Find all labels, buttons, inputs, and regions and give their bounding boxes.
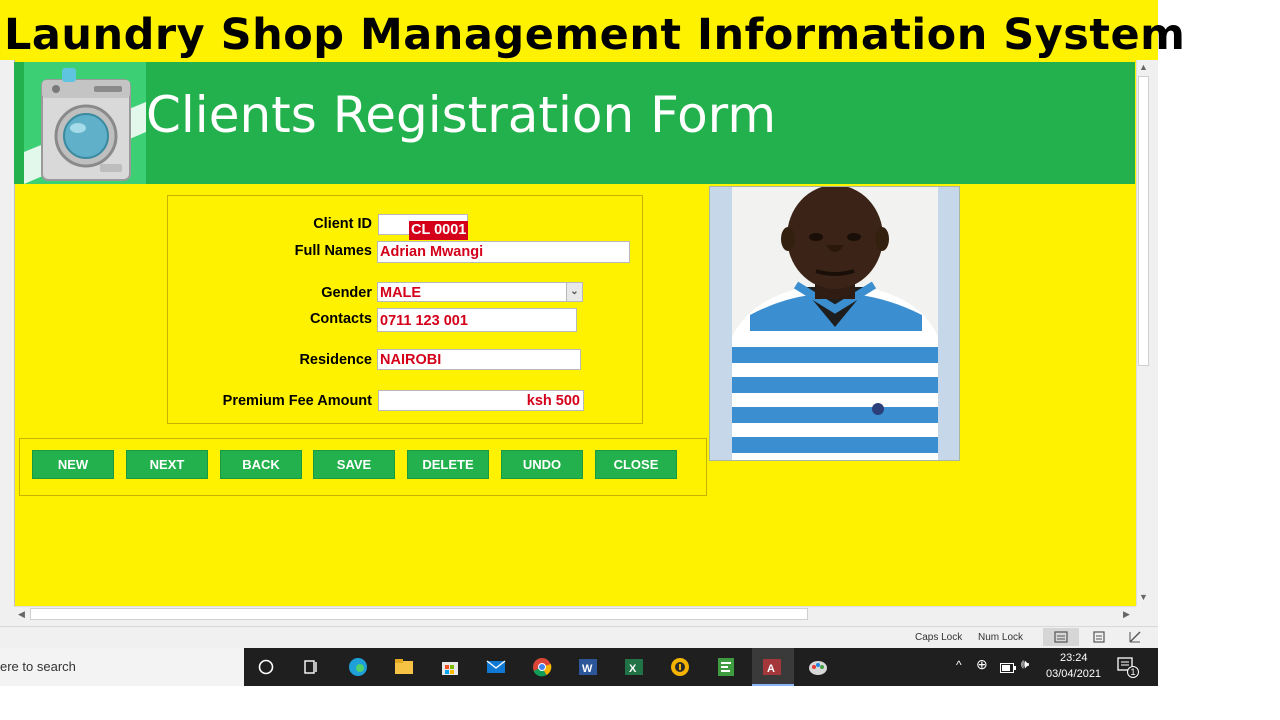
- notification-count: 1: [1127, 666, 1139, 678]
- word-icon[interactable]: W: [576, 655, 600, 679]
- clock-time[interactable]: 23:24: [1060, 652, 1088, 664]
- tray-chevron-up-icon[interactable]: ^: [956, 658, 962, 672]
- design-view-icon[interactable]: [1128, 630, 1142, 644]
- gender-value: MALE: [380, 285, 422, 301]
- client-id-value: CL 0001: [409, 221, 469, 240]
- scroll-right-icon[interactable]: ▶: [1123, 609, 1130, 620]
- search-placeholder: ere to search: [0, 659, 76, 674]
- next-button[interactable]: NEXT: [126, 450, 208, 479]
- client-photo: [709, 186, 960, 461]
- save-button[interactable]: SAVE: [313, 450, 395, 479]
- banner-title: Laundry Shop Management Information Syst…: [4, 10, 1186, 60]
- gender-label: Gender: [321, 285, 372, 301]
- vertical-scroll-thumb[interactable]: [1138, 76, 1149, 366]
- file-explorer-icon[interactable]: [392, 655, 416, 679]
- back-button[interactable]: BACK: [220, 450, 302, 479]
- full-names-label: Full Names: [294, 243, 372, 259]
- cortana-icon[interactable]: [254, 655, 278, 679]
- svg-text:X: X: [629, 663, 637, 675]
- close-button[interactable]: CLOSE: [595, 450, 677, 479]
- store-icon[interactable]: [438, 655, 462, 679]
- vpn-icon[interactable]: [668, 655, 692, 679]
- washing-machine-logo: [24, 62, 146, 184]
- client-id-field[interactable]: CL 0001: [378, 214, 469, 240]
- undo-button[interactable]: UNDO: [501, 450, 583, 479]
- washing-machine-icon: [24, 68, 146, 184]
- edge-icon[interactable]: [346, 655, 370, 679]
- form-title: Clients Registration Form: [146, 86, 777, 144]
- project-icon[interactable]: [714, 655, 738, 679]
- residence-label: Residence: [299, 352, 372, 368]
- scroll-left-icon[interactable]: ◀: [18, 609, 25, 620]
- paint-icon[interactable]: [806, 655, 830, 679]
- client-id-label: Client ID: [313, 216, 372, 232]
- layout-view-icon[interactable]: [1092, 630, 1106, 644]
- svg-text:W: W: [582, 663, 593, 675]
- scroll-down-icon[interactable]: ▼: [1139, 592, 1148, 602]
- network-icon[interactable]: ⊕: [976, 656, 988, 673]
- horizontal-scroll-thumb[interactable]: [30, 608, 808, 620]
- form-view-icon[interactable]: [1043, 628, 1079, 646]
- chrome-icon[interactable]: [530, 655, 554, 679]
- new-button[interactable]: NEW: [32, 450, 114, 479]
- num-lock-indicator: Num Lock: [978, 632, 1024, 643]
- contacts-field[interactable]: 0711 123 001: [377, 308, 577, 332]
- scroll-up-icon[interactable]: ▲: [1139, 62, 1148, 72]
- task-view-icon[interactable]: [299, 655, 323, 679]
- contacts-label: Contacts: [309, 311, 372, 327]
- access-icon[interactable]: A: [760, 655, 784, 679]
- delete-button[interactable]: DELETE: [407, 450, 489, 479]
- caps-lock-indicator: Caps Lock: [915, 632, 963, 643]
- excel-icon[interactable]: X: [622, 655, 646, 679]
- volume-icon[interactable]: 🕪: [1021, 656, 1029, 672]
- client-photo-image: [710, 187, 959, 460]
- chevron-down-icon[interactable]: ⌄: [566, 283, 582, 301]
- full-names-field[interactable]: Adrian Mwangi: [377, 241, 630, 263]
- premium-fee-label: Premium Fee Amount: [222, 393, 372, 409]
- gender-select[interactable]: MALE ⌄: [377, 282, 583, 302]
- notification-icon[interactable]: 1: [1116, 656, 1139, 678]
- clock-date[interactable]: 03/04/2021: [1046, 668, 1101, 680]
- battery-icon[interactable]: [1000, 660, 1016, 673]
- residence-field[interactable]: NAIROBI: [377, 349, 581, 370]
- premium-fee-field[interactable]: ksh 500: [378, 390, 584, 411]
- mail-icon[interactable]: [484, 655, 508, 679]
- svg-text:A: A: [767, 663, 775, 675]
